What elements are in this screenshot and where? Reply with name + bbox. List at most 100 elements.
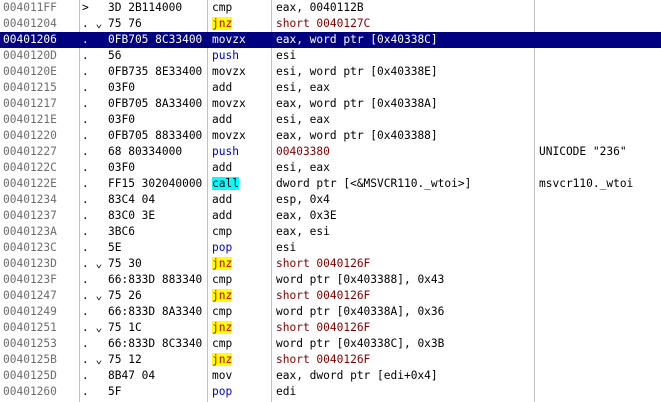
instruction-row[interactable]: 00401247 . ⌄ 75 26 jnz short 0040126F — [0, 288, 661, 304]
instruction-row[interactable]: 00401260. 5F pop edi — [0, 384, 661, 400]
comment-cell — [539, 0, 661, 16]
comment-cell — [539, 288, 661, 304]
comment-cell — [539, 64, 661, 80]
operands-cell: esi — [276, 241, 297, 254]
operands-cell: esp, 0x4 — [276, 193, 330, 206]
disassembly-pane[interactable]: 004011FF >3D 2B114000 cmp eax, 0040112B 0040… — [0, 0, 661, 402]
address-cell: 004011FF — [3, 1, 57, 14]
flow-marker: . — [82, 161, 89, 174]
operands-cell: word ptr [0x40338C], 0x3B — [276, 337, 445, 350]
mnemonic-cell: push — [212, 145, 239, 158]
instruction-row[interactable]: 00401204 . ⌄ 75 76 jnz short 0040127C — [0, 16, 661, 32]
instruction-row[interactable]: 0040125D. 8B47 04 mov eax, dword ptr [edi+0… — [0, 368, 661, 384]
address-cell: 00401237 — [3, 209, 57, 222]
operands-cell: eax, word ptr [0x403388] — [276, 129, 438, 142]
instruction-row[interactable]: 0040121E. 03F0 add esi, eax — [0, 112, 661, 128]
comment-cell: msvcr110._wtoi — [539, 177, 634, 190]
instruction-row[interactable]: 0040123F. 66:833D 883340 cmp word ptr [0x40… — [0, 272, 661, 288]
instruction-row[interactable]: 0040125B . ⌄ 75 12 jnz short 0040126F — [0, 352, 661, 368]
comment-cell — [539, 240, 661, 256]
hex-bytes-cell: 0FB705 8A33400 — [108, 97, 203, 110]
address-cell: 0040121E — [3, 113, 57, 126]
instruction-row[interactable]: 00401253. 66:833D 8C3340 cmp word ptr [0x40… — [0, 336, 661, 352]
comment-cell — [539, 112, 661, 128]
operands-cell: esi, eax — [276, 81, 330, 94]
address-cell: 00401204 — [3, 17, 57, 30]
hex-bytes-cell: 5F — [108, 385, 122, 398]
comment-cell — [539, 224, 661, 240]
address-cell: 00401217 — [3, 97, 57, 110]
flow-marker: . — [82, 97, 89, 110]
address-cell: 0040123C — [3, 241, 57, 254]
hex-bytes-cell: 83C4 04 — [108, 193, 156, 206]
flow-marker: . — [82, 273, 89, 286]
address-cell: 0040125B — [3, 353, 57, 366]
mnemonic-cell: cmp — [212, 305, 233, 318]
comment-cell — [539, 16, 661, 32]
flow-marker: . — [82, 129, 89, 142]
flow-marker: . — [82, 33, 89, 46]
operands-cell: eax, dword ptr [edi+0x4] — [276, 369, 438, 382]
mnemonic-cell: call — [212, 176, 270, 192]
operands-cell: edi — [276, 385, 297, 398]
comment-cell: UNICODE "236" — [539, 145, 627, 158]
instruction-row[interactable]: 0040123D . ⌄ 75 30 jnz short 0040126F — [0, 256, 661, 272]
instruction-row[interactable]: 0040123A. 3BC6 cmp eax, esi — [0, 224, 661, 240]
hex-bytes-cell: 8B47 04 — [108, 369, 156, 382]
instruction-row[interactable]: 004011FF >3D 2B114000 cmp eax, 0040112B — [0, 0, 661, 16]
hex-bytes-cell: 75 1C — [108, 321, 142, 334]
comment-cell — [539, 384, 661, 400]
jump-mnemonic: jnz — [212, 353, 233, 366]
comment-cell — [539, 96, 661, 112]
flow-marker: . — [82, 177, 89, 190]
mnemonic-cell: cmp — [212, 1, 233, 14]
instruction-row[interactable]: 0040123C. 5E pop esi — [0, 240, 661, 256]
instruction-row[interactable]: 0040120D. 56 push esi — [0, 48, 661, 64]
address-cell: 0040123A — [3, 225, 57, 238]
comment-cell — [539, 336, 661, 352]
operands-cell: eax, 0040112B — [276, 1, 364, 14]
instruction-row[interactable]: 0040122E. FF15 302040000 call dword ptr [<&… — [0, 176, 661, 192]
flow-marker: . — [82, 305, 89, 318]
instruction-row[interactable]: 0040122C. 03F0 add esi, eax — [0, 160, 661, 176]
operands-cell: 00403380 — [276, 145, 330, 158]
mnemonic-cell: jnz — [212, 256, 270, 272]
instruction-row[interactable]: 00401227. 68 80334000 push 00403380 UNICODE … — [0, 144, 661, 160]
instruction-row[interactable]: 00401206. 0FB705 8C33400 movzx eax, word pt… — [0, 32, 661, 48]
instruction-row[interactable]: 00401237. 83C0 3E add eax, 0x3E — [0, 208, 661, 224]
hex-bytes-cell: 0FB705 8C33400 — [108, 33, 203, 46]
mnemonic-cell: movzx — [212, 97, 246, 110]
comment-cell — [539, 352, 661, 368]
instruction-row[interactable]: 00401217. 0FB705 8A33400 movzx eax, word pt… — [0, 96, 661, 112]
comment-cell — [539, 192, 661, 208]
address-cell: 0040125D — [3, 369, 57, 382]
flow-marker: . — [82, 193, 89, 206]
address-cell: 00401249 — [3, 305, 57, 318]
jump-mnemonic: jnz — [212, 321, 233, 334]
operands-cell: short 0040126F — [276, 289, 371, 302]
flow-marker: . — [82, 49, 89, 62]
instruction-row[interactable]: 00401215. 03F0 add esi, eax — [0, 80, 661, 96]
operands-cell: eax, word ptr [0x40338A] — [276, 97, 438, 110]
flow-marker: . — [82, 81, 89, 94]
instruction-row[interactable]: 00401220. 0FB705 8833400 movzx eax, word pt… — [0, 128, 661, 144]
address-cell: 0040123D — [3, 257, 57, 270]
mnemonic-cell: movzx — [212, 129, 246, 142]
operands-cell: short 0040126F — [276, 353, 371, 366]
hex-bytes-cell: 0FB735 8E33400 — [108, 65, 203, 78]
comment-cell — [539, 160, 661, 176]
operands-cell: esi, word ptr [0x40338E] — [276, 65, 438, 78]
instruction-row[interactable]: 00401249. 66:833D 8A3340 cmp word ptr [0x40… — [0, 304, 661, 320]
instruction-row[interactable]: 0040120E. 0FB735 8E33400 movzx esi, word pt… — [0, 64, 661, 80]
hex-bytes-cell: FF15 302040000 — [108, 177, 203, 190]
operands-cell: esi — [276, 49, 297, 62]
flow-marker: . ⌄ — [82, 321, 103, 334]
instruction-row[interactable]: 00401234. 83C4 04 add esp, 0x4 — [0, 192, 661, 208]
operands-cell: short 0040127C — [276, 17, 371, 30]
mnemonic-cell: add — [212, 193, 233, 206]
instruction-row[interactable]: 00401251 . ⌄ 75 1C jnz short 0040126F — [0, 320, 661, 336]
operands-cell: eax, word ptr [0x40338C] — [276, 33, 438, 46]
flow-marker: . ⌄ — [82, 353, 103, 366]
address-cell: 0040123F — [3, 273, 57, 286]
hex-bytes-cell: 75 30 — [108, 257, 142, 270]
